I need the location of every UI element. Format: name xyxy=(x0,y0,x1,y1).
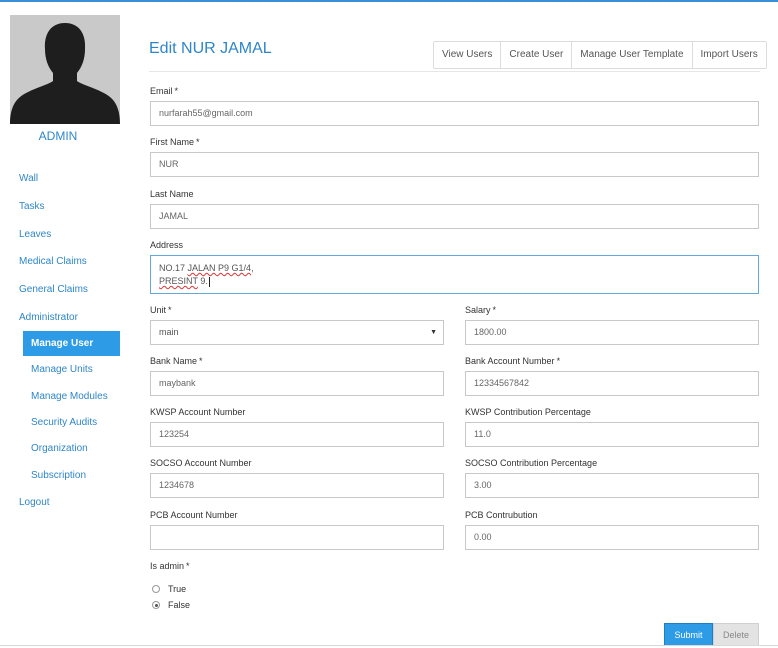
first-name-label: First Name * xyxy=(150,137,200,147)
email-field[interactable]: nurfarah55@gmail.com xyxy=(150,101,759,126)
sidebar-item-manage-user[interactable]: Manage User xyxy=(23,331,120,356)
tab-create-user[interactable]: Create User xyxy=(501,42,573,68)
salary-field[interactable]: 1800.00 xyxy=(465,320,759,345)
tab-import-users[interactable]: Import Users xyxy=(692,42,766,68)
sidebar-item-leaves[interactable]: Leaves xyxy=(19,229,51,240)
socso-account-label: SOCSO Account Number xyxy=(150,458,252,468)
sidebar-item-manage-units[interactable]: Manage Units xyxy=(31,364,93,375)
address-textarea[interactable]: NO.17 JALAN P9 G1/4, PRESINT 9. xyxy=(150,255,759,294)
sidebar-item-general-claims[interactable]: General Claims xyxy=(19,284,88,295)
is-admin-false-option[interactable]: False xyxy=(152,600,190,610)
chevron-down-icon: ▼ xyxy=(430,329,437,336)
kwsp-account-label: KWSP Account Number xyxy=(150,407,246,417)
bottom-divider xyxy=(0,645,778,646)
socso-percentage-label: SOCSO Contribution Percentage xyxy=(465,458,598,468)
delete-button[interactable]: Delete xyxy=(713,623,759,646)
radio-false[interactable] xyxy=(152,601,160,609)
sidebar-item-manage-modules[interactable]: Manage Modules xyxy=(31,391,108,402)
top-accent-line xyxy=(0,0,778,2)
bank-name-field[interactable]: maybank xyxy=(150,371,444,396)
sidebar-item-wall[interactable]: Wall xyxy=(19,173,38,184)
unit-label: Unit * xyxy=(150,305,172,315)
avatar xyxy=(10,15,120,124)
pcb-contribution-field[interactable]: 0.00 xyxy=(465,525,759,550)
pcb-contribution-label: PCB Contrubution xyxy=(465,510,538,520)
tab-view-users[interactable]: View Users xyxy=(434,42,502,68)
user-action-tabs: View Users Create User Manage User Templ… xyxy=(433,41,767,69)
socso-percentage-field[interactable]: 3.00 xyxy=(465,473,759,498)
text-cursor xyxy=(208,276,210,287)
sidebar-item-logout[interactable]: Logout xyxy=(19,497,50,508)
sidebar-item-medical-claims[interactable]: Medical Claims xyxy=(19,256,87,267)
pcb-account-field[interactable] xyxy=(150,525,444,550)
last-name-field[interactable]: JAMAL xyxy=(150,204,759,229)
unit-select[interactable]: main ▼ xyxy=(150,320,444,345)
header-divider xyxy=(149,71,760,72)
submit-button[interactable]: Submit xyxy=(664,623,713,646)
salary-label: Salary * xyxy=(465,305,497,315)
user-silhouette-icon xyxy=(10,15,120,124)
sidebar-item-tasks[interactable]: Tasks xyxy=(19,201,45,212)
bank-account-field[interactable]: 12334567842 xyxy=(465,371,759,396)
page-title: Edit NUR JAMAL xyxy=(149,40,272,57)
is-admin-true-option[interactable]: True xyxy=(152,584,186,594)
pcb-account-label: PCB Account Number xyxy=(150,510,238,520)
email-label: Email * xyxy=(150,86,179,96)
first-name-field[interactable]: NUR xyxy=(150,152,759,177)
sidebar-item-organization[interactable]: Organization xyxy=(31,443,88,454)
kwsp-percentage-field[interactable]: 11.0 xyxy=(465,422,759,447)
sidebar-item-subscription[interactable]: Subscription xyxy=(31,470,86,481)
tab-manage-user-template[interactable]: Manage User Template xyxy=(572,42,693,68)
radio-true[interactable] xyxy=(152,585,160,593)
is-admin-label: Is admin * xyxy=(150,561,190,571)
last-name-label: Last Name xyxy=(150,189,194,199)
socso-account-field[interactable]: 1234678 xyxy=(150,473,444,498)
sidebar-item-security-audits[interactable]: Security Audits xyxy=(31,417,97,428)
sidebar-item-administrator[interactable]: Administrator xyxy=(19,312,78,323)
bank-name-label: Bank Name * xyxy=(150,356,203,366)
kwsp-percentage-label: KWSP Contribution Percentage xyxy=(465,407,591,417)
address-label: Address xyxy=(150,240,184,250)
role-label: ADMIN xyxy=(38,129,78,143)
bank-account-label: Bank Account Number * xyxy=(465,356,561,366)
kwsp-account-field[interactable]: 123254 xyxy=(150,422,444,447)
